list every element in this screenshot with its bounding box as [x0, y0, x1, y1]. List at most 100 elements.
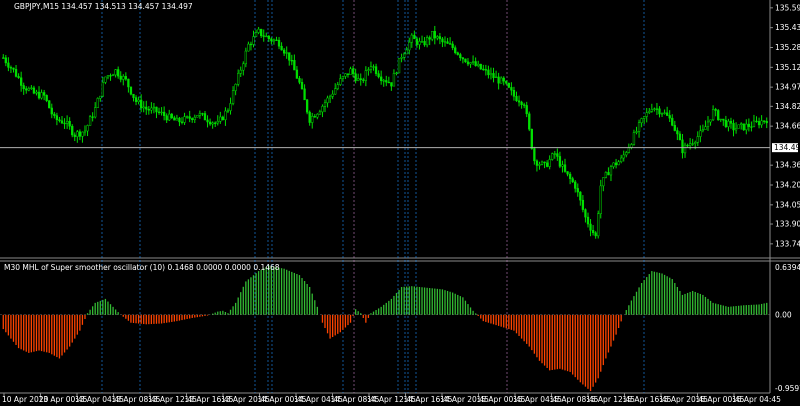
candle [415, 36, 419, 48]
candle [755, 116, 758, 123]
candle [492, 67, 495, 83]
candle [563, 158, 567, 173]
candle [745, 119, 748, 135]
candle [548, 155, 551, 170]
price-candles [2, 25, 768, 239]
candle [326, 95, 329, 108]
candle [65, 115, 69, 129]
candle [502, 76, 505, 86]
price-axis-label: 134.820 [775, 102, 800, 111]
candle [451, 41, 454, 51]
candle [272, 38, 276, 45]
candle [45, 94, 48, 103]
candle [193, 114, 196, 124]
candle [489, 67, 493, 80]
candle [331, 90, 334, 100]
candle [277, 37, 281, 50]
candle [456, 51, 459, 56]
candle [484, 64, 488, 76]
candle [58, 116, 61, 123]
candle [290, 54, 293, 66]
candle [477, 60, 480, 68]
candle [653, 107, 656, 112]
price-axis-label: 135.125 [775, 63, 800, 72]
indicator-axis[interactable]: 0.6394 0.00 -0.9597 [775, 263, 800, 393]
candle [162, 106, 166, 121]
candle [185, 115, 189, 119]
candle [303, 84, 306, 101]
candle [357, 73, 360, 82]
candle [231, 86, 235, 106]
candle [280, 42, 283, 51]
candle [124, 72, 127, 81]
candle [392, 69, 396, 87]
indicator-title: M30 MHL of Super smoother oscillator (10… [4, 263, 280, 272]
candle [520, 100, 523, 109]
price-axis-label: 135.590 [775, 3, 800, 12]
candle [134, 95, 138, 106]
candle [9, 65, 13, 74]
candle [599, 179, 602, 219]
candle [763, 120, 766, 124]
candle [734, 122, 738, 134]
candle [208, 118, 212, 126]
candle [637, 119, 641, 138]
candle [556, 148, 559, 161]
candle [311, 112, 314, 129]
candle [60, 116, 64, 124]
candle [686, 143, 689, 148]
candle [576, 183, 579, 197]
candle [295, 66, 299, 79]
candle [683, 142, 687, 158]
candle [81, 131, 84, 143]
candle [466, 58, 470, 67]
price-axis[interactable]: 135.590 135.435 135.280 135.125 134.970 134.8… [770, 3, 800, 248]
indicator-axis-label: -0.9597 [775, 384, 800, 393]
candle [760, 115, 763, 128]
candle [91, 112, 94, 122]
candle [234, 83, 237, 96]
candle [530, 128, 533, 150]
candle [321, 104, 324, 118]
candle [86, 124, 89, 137]
candle [117, 66, 120, 79]
candle [140, 94, 143, 113]
candle [612, 162, 615, 169]
candle [2, 54, 5, 59]
candle [571, 176, 574, 183]
candle [387, 76, 390, 84]
candle [561, 160, 564, 173]
candle [76, 129, 79, 143]
candle [665, 106, 669, 117]
candle [602, 177, 605, 192]
candle [288, 52, 291, 66]
candle [589, 219, 592, 237]
candle [196, 115, 199, 118]
time-axis[interactable]: 10 Apr 202013 Apr 00:4513 Apr 04:4513 Ap… [2, 393, 781, 404]
trading-chart-window[interactable]: GBPJPY,M15 134.457 134.513 134.457 134.4… [0, 0, 800, 406]
candle [691, 138, 694, 146]
candle [558, 151, 562, 169]
candle [474, 57, 477, 67]
candle [574, 180, 577, 193]
main-chart-title: GBPJPY,M15 134.457 134.513 134.457 134.4… [14, 2, 193, 11]
chart-canvas[interactable]: GBPJPY,M15 134.457 134.513 134.457 134.4… [0, 0, 800, 406]
candle [507, 82, 510, 89]
price-axis-label: 133.900 [775, 220, 800, 229]
candle [663, 109, 666, 115]
candle [351, 65, 355, 78]
candle [367, 67, 370, 76]
candle [372, 64, 375, 71]
candle [239, 66, 242, 77]
candle [543, 161, 546, 169]
candle [226, 108, 230, 114]
candle [482, 64, 485, 71]
candle [73, 132, 76, 142]
candle [341, 75, 345, 82]
candle [109, 73, 112, 81]
candle [535, 159, 539, 172]
price-axis-label: 134.360 [775, 161, 800, 170]
candle [701, 124, 705, 133]
candle [625, 150, 628, 158]
candle [632, 129, 636, 146]
